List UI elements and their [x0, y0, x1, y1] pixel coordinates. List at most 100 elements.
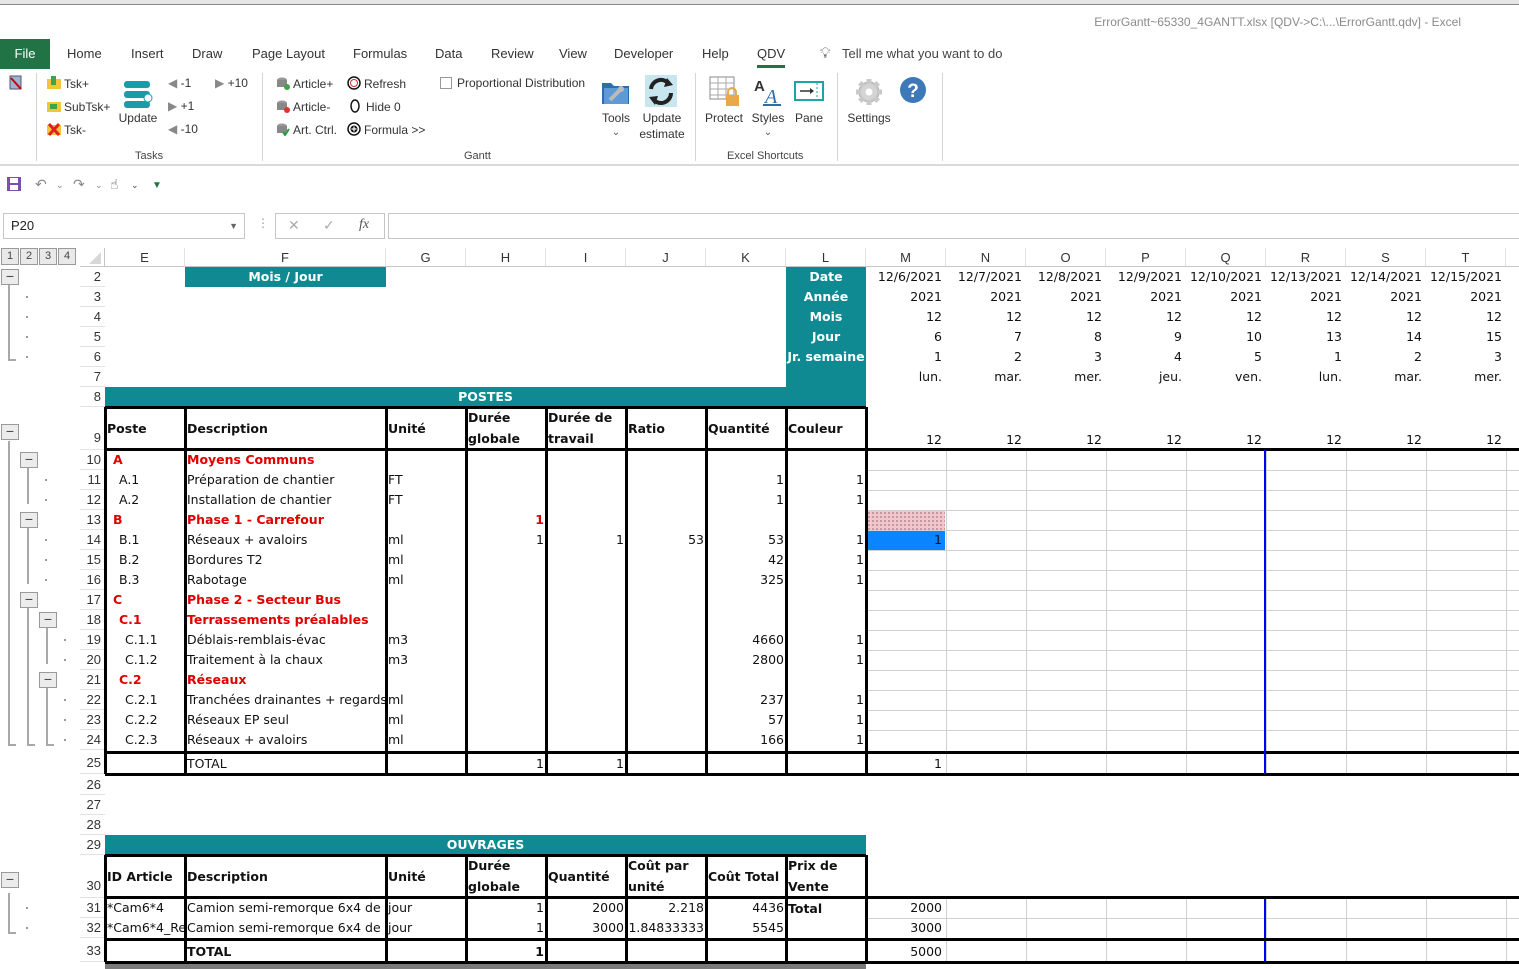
row-header-21[interactable]: 21 — [80, 670, 105, 690]
timeline-month-total[interactable]: 12 — [1426, 430, 1506, 450]
pane-button[interactable] — [794, 81, 824, 103]
ouvrage-cout-total[interactable]: 5545 — [706, 918, 786, 938]
poste-code[interactable]: C — [105, 590, 185, 610]
poste-code[interactable]: C.1 — [105, 610, 185, 630]
tab-file[interactable]: File — [0, 39, 50, 69]
timeline-weekday-name[interactable]: mer. — [1426, 367, 1506, 387]
row-header-26[interactable]: 26 — [80, 775, 105, 795]
poste-couleur[interactable] — [786, 670, 866, 690]
poste-couleur[interactable]: 1 — [786, 730, 866, 750]
poste-duree-travail[interactable] — [546, 490, 626, 510]
poste-duree-travail[interactable] — [546, 550, 626, 570]
timeline-weekday-name[interactable]: ven. — [1186, 367, 1266, 387]
timeline-days[interactable]: 8 — [1026, 327, 1106, 347]
timeline-days[interactable]: 10 — [1186, 327, 1266, 347]
tab-draw[interactable]: Draw — [192, 39, 222, 69]
poste-ratio[interactable] — [626, 610, 706, 630]
row-header-16[interactable]: 16 — [80, 570, 105, 590]
outline-level-4-button[interactable]: 4 — [58, 248, 76, 265]
timeline-month-total[interactable]: 12 — [1266, 430, 1346, 450]
tab-page-layout[interactable]: Page Layout — [252, 39, 325, 69]
poste-couleur[interactable] — [786, 510, 866, 530]
timeline-weekday-name[interactable]: lun. — [1266, 367, 1346, 387]
row-header-23[interactable]: 23 — [80, 710, 105, 730]
poste-ratio[interactable] — [626, 470, 706, 490]
poste-description[interactable]: Traitement à la chaux — [185, 650, 386, 670]
outline-collapse-button[interactable]: − — [1, 424, 19, 440]
tools-button[interactable] — [601, 77, 631, 107]
timeline-weekday-num[interactable]: 1 — [866, 347, 946, 367]
poste-description[interactable]: Phase 1 - Carrefour — [185, 510, 386, 530]
poste-duree-globale[interactable] — [466, 670, 546, 690]
timeline-weekday-name[interactable]: mer. — [1026, 367, 1106, 387]
shift-minus1-button[interactable]: ◀ -1 — [168, 76, 191, 90]
column-header-t[interactable]: T — [1426, 248, 1506, 267]
name-box[interactable]: P20 ▼ — [3, 213, 245, 239]
outline-collapse-button[interactable]: − — [1, 269, 19, 285]
timeline-dates[interactable]: 12/13/2021 — [1266, 267, 1346, 287]
timeline-month-total[interactable]: 12 — [1346, 430, 1426, 450]
column-header-f[interactable]: F — [185, 248, 386, 267]
poste-description[interactable]: Réseaux EP seul — [185, 710, 386, 730]
timeline-months[interactable]: 12 — [1426, 307, 1506, 327]
column-header-h[interactable]: H — [466, 248, 546, 267]
row-header-19[interactable]: 19 — [80, 630, 105, 650]
poste-duree-travail[interactable] — [546, 690, 626, 710]
timeline-dates[interactable]: 12/10/2021 — [1186, 267, 1266, 287]
undo-dropdown-icon[interactable]: ⌄ — [56, 180, 64, 191]
timeline-days[interactable]: 13 — [1266, 327, 1346, 347]
timeline-years[interactable]: 2021 — [946, 287, 1026, 307]
poste-duree-globale[interactable] — [466, 690, 546, 710]
poste-duree-travail[interactable] — [546, 510, 626, 530]
poste-description[interactable]: Déblais-remblais-évac — [185, 630, 386, 650]
poste-description[interactable]: Terrassements préalables — [185, 610, 386, 630]
postes-total-label[interactable]: TOTAL — [185, 754, 386, 774]
poste-duree-globale[interactable] — [466, 710, 546, 730]
tab-home[interactable]: Home — [67, 39, 102, 69]
poste-couleur[interactable]: 1 — [786, 710, 866, 730]
update-estimate-button[interactable] — [645, 75, 677, 107]
ouvrage-duree[interactable]: 1 — [466, 918, 546, 938]
poste-description[interactable]: Préparation de chantier — [185, 470, 386, 490]
poste-unit[interactable]: ml — [386, 730, 466, 750]
poste-ratio[interactable] — [626, 630, 706, 650]
timeline-month-total[interactable]: 12 — [1186, 430, 1266, 450]
column-header-o[interactable]: O — [1026, 248, 1106, 267]
outline-collapse-button[interactable]: − — [20, 452, 38, 468]
update-button[interactable] — [122, 79, 154, 111]
timeline-month-total[interactable]: 12 — [1106, 430, 1186, 450]
poste-couleur[interactable]: 1 — [786, 650, 866, 670]
tsk-remove-button[interactable]: Tsk- — [47, 122, 86, 137]
timeline-dates[interactable]: 12/8/2021 — [1026, 267, 1106, 287]
outline-collapse-button[interactable]: − — [20, 592, 38, 608]
outline-collapse-button[interactable]: − — [20, 512, 38, 528]
timeline-years[interactable]: 2021 — [1026, 287, 1106, 307]
timeline-months[interactable]: 12 — [1346, 307, 1426, 327]
poste-quantite[interactable]: 1 — [706, 490, 786, 510]
poste-quantite[interactable]: 57 — [706, 710, 786, 730]
poste-ratio[interactable] — [626, 490, 706, 510]
column-header-s[interactable]: S — [1346, 248, 1426, 267]
tab-review[interactable]: Review — [491, 39, 534, 69]
ouvrage-cout-unite[interactable]: 1.84833333 — [626, 918, 706, 938]
row-header-5[interactable]: 5 — [80, 327, 105, 347]
row-header-9[interactable]: 9 — [80, 407, 105, 450]
postes-total-gantt[interactable]: 1 — [866, 754, 946, 774]
ouvrage-id[interactable]: *Cam6*4 — [105, 898, 185, 918]
row-header-4[interactable]: 4 — [80, 307, 105, 327]
poste-description[interactable]: Installation de chantier — [185, 490, 386, 510]
ouvrage-gantt-value[interactable]: 2000 — [866, 898, 946, 918]
ouvrage-duree[interactable]: 1 — [466, 898, 546, 918]
poste-couleur[interactable]: 1 — [786, 490, 866, 510]
poste-duree-travail[interactable] — [546, 650, 626, 670]
poste-unit[interactable] — [386, 590, 466, 610]
outline-level-2-button[interactable]: 2 — [20, 248, 38, 265]
row-header-25[interactable]: 25 — [80, 752, 105, 774]
row-header-31[interactable]: 31 — [80, 898, 105, 918]
tsk-add-button[interactable]: Tsk+ — [47, 76, 89, 91]
timeline-month-total[interactable]: 12 — [1026, 430, 1106, 450]
shift-plus10-button[interactable]: ▶ +10 — [215, 76, 248, 90]
timeline-weekday-num[interactable]: 3 — [1026, 347, 1106, 367]
poste-code[interactable]: C.1.2 — [105, 650, 185, 670]
poste-code[interactable]: C.2.1 — [105, 690, 185, 710]
